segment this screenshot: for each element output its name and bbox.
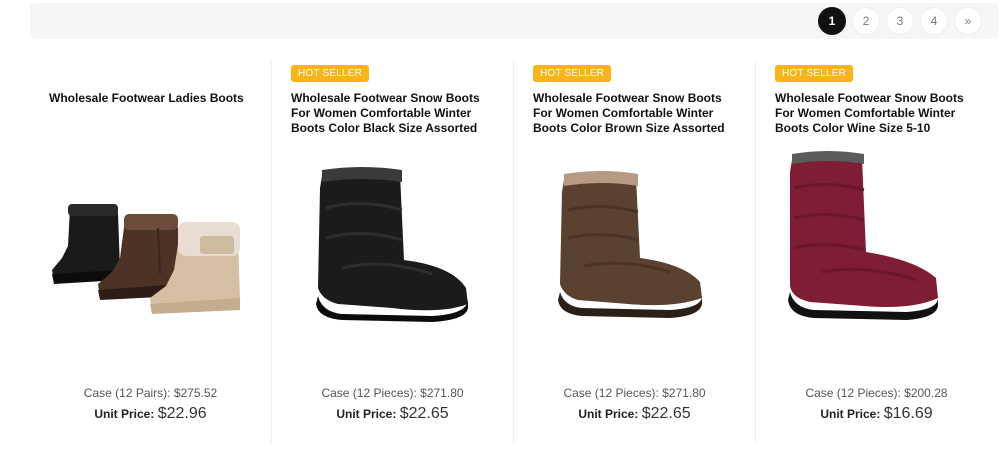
unit-price-label: Unit Price: <box>336 407 397 421</box>
unit-price-value: $22.65 <box>399 405 449 422</box>
unit-price-label: Unit Price: <box>578 407 639 421</box>
page-2-button[interactable]: 2 <box>852 7 880 35</box>
three-boots-image[interactable] <box>40 148 262 323</box>
unit-price-value: $22.65 <box>641 405 691 422</box>
product-title[interactable]: Wholesale Footwear Snow Boots For Women … <box>291 91 499 136</box>
product-card[interactable]: Wholesale Footwear Ladies Boots Case (12… <box>30 62 271 442</box>
product-card[interactable]: HOT SELLER Wholesale Footwear Snow Boots… <box>755 62 997 442</box>
wine-boot-image[interactable] <box>766 148 988 323</box>
unit-price-row: Unit Price: $22.96 <box>30 405 271 423</box>
product-card[interactable]: HOT SELLER Wholesale Footwear Snow Boots… <box>513 62 755 442</box>
hot-seller-badge: HOT SELLER <box>533 65 612 82</box>
top-toolbar: 1 2 3 4 » <box>30 3 998 39</box>
product-title[interactable]: Wholesale Footwear Ladies Boots <box>49 91 257 106</box>
next-page-button[interactable]: » <box>954 7 982 35</box>
product-grid: Wholesale Footwear Ladies Boots Case (12… <box>30 62 1000 442</box>
product-title[interactable]: Wholesale Footwear Snow Boots For Women … <box>775 91 983 136</box>
unit-price-row: Unit Price: $16.69 <box>756 405 997 423</box>
pagination: 1 2 3 4 » <box>818 7 982 35</box>
unit-price-row: Unit Price: $22.65 <box>272 405 513 423</box>
product-title[interactable]: Wholesale Footwear Snow Boots For Women … <box>533 91 741 136</box>
page-1-button[interactable]: 1 <box>818 7 846 35</box>
unit-price-label: Unit Price: <box>94 407 155 421</box>
hot-seller-badge: HOT SELLER <box>291 65 370 82</box>
unit-price-value: $22.96 <box>157 405 207 422</box>
case-price: Case (12 Pairs): $275.52 <box>83 386 218 400</box>
black-boot-image[interactable] <box>282 148 504 323</box>
brown-boot-image[interactable] <box>524 148 746 323</box>
unit-price-label: Unit Price: <box>820 407 881 421</box>
case-price: Case (12 Pieces): $271.80 <box>321 386 464 400</box>
page-4-button[interactable]: 4 <box>920 7 948 35</box>
page-3-button[interactable]: 3 <box>886 7 914 35</box>
case-price: Case (12 Pieces): $271.80 <box>563 386 706 400</box>
black-short-boot <box>52 204 120 284</box>
unit-price-row: Unit Price: $22.65 <box>514 405 755 423</box>
case-price: Case (12 Pieces): $200.28 <box>805 386 948 400</box>
product-card[interactable]: HOT SELLER Wholesale Footwear Snow Boots… <box>271 62 513 442</box>
unit-price-value: $16.69 <box>883 405 933 422</box>
hot-seller-badge: HOT SELLER <box>775 65 854 82</box>
